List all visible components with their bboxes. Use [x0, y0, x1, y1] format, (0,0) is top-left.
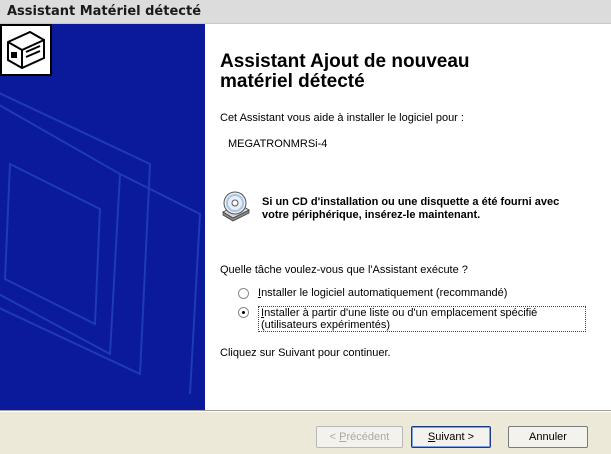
sidebar-graphic — [0, 92, 202, 395]
wizard-sidebar — [0, 24, 205, 410]
window-title: Assistant Matériel détecté — [7, 4, 202, 19]
wizard-window: Assistant Ajout de nouveau matériel déte… — [0, 24, 611, 454]
page-title: Assistant Ajout de nouveau matériel déte… — [220, 51, 470, 92]
radio-auto-install[interactable] — [238, 288, 249, 299]
wizard-content: Assistant Ajout de nouveau matériel déte… — [0, 24, 611, 410]
option-auto-install-label: Installer le logiciel automatiquement (r… — [258, 287, 508, 299]
hardware-device-icon — [0, 24, 52, 76]
back-button[interactable]: < Précédent — [316, 426, 403, 448]
wizard-main: Assistant Ajout de nouveau matériel déte… — [218, 24, 603, 410]
device-name: MEGATRONMRSi-4 — [228, 138, 328, 150]
continue-text: Cliquez sur Suivant pour continuer. — [220, 347, 391, 359]
task-question: Quelle tâche voulez-vous que l'Assistant… — [220, 264, 468, 276]
cd-notice: Si un CD d'installation ou une disquette… — [262, 196, 560, 221]
cancel-button[interactable]: Annuler — [508, 426, 588, 448]
cd-disk-icon — [222, 191, 250, 222]
option-auto-install[interactable]: Installer le logiciel automatiquement (r… — [238, 287, 578, 301]
title-bar[interactable]: Assistant Matériel détecté — [0, 0, 611, 24]
option-manual-install[interactable]: Installer à partir d'une liste ou d'un e… — [238, 306, 588, 334]
next-button[interactable]: Suivant > — [411, 426, 491, 448]
radio-manual-install[interactable] — [238, 307, 249, 318]
button-separator — [0, 410, 611, 412]
option-manual-install-label: Installer à partir d'une liste ou d'un e… — [258, 306, 586, 332]
intro-text: Cet Assistant vous aide à installer le l… — [220, 112, 464, 124]
